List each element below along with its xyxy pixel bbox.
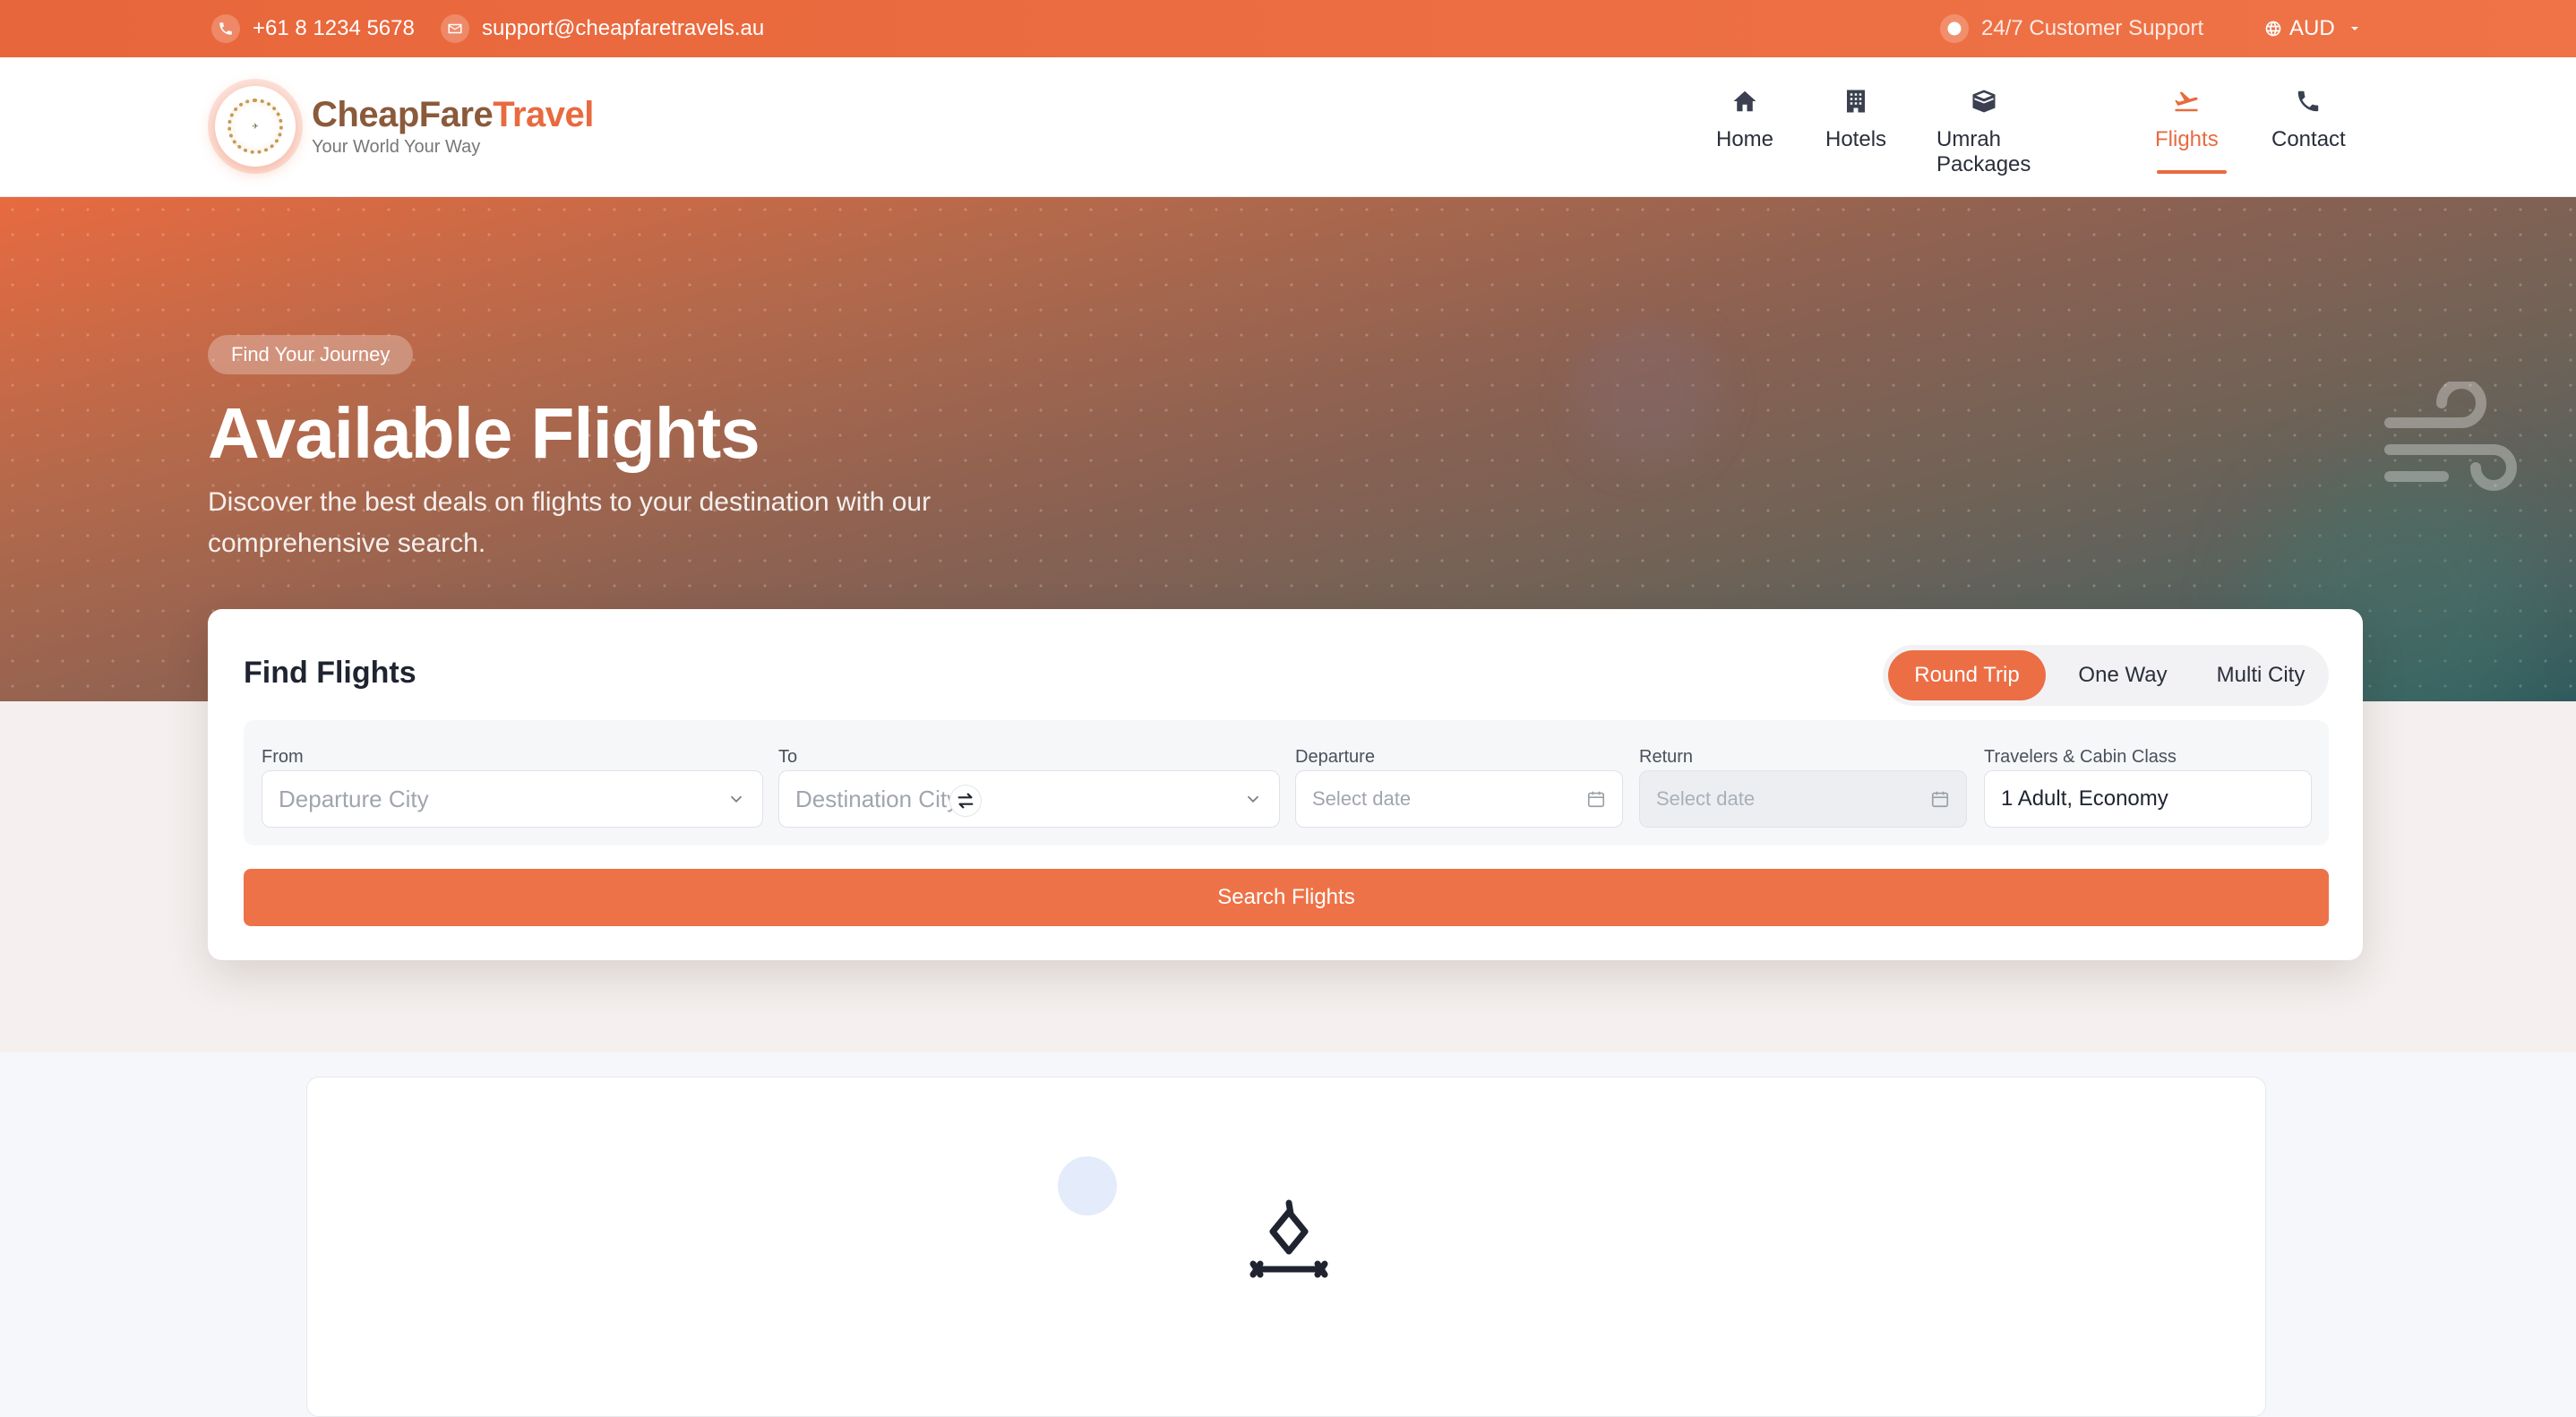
to-select[interactable]: Destination City (778, 770, 1280, 828)
email-address: support@cheapfaretravels.au (482, 16, 765, 40)
search-card-title: Find Flights (244, 656, 416, 690)
top-bar: +61 8 1234 5678 support@cheapfaretravels… (0, 0, 2576, 57)
plane-departure-icon (2175, 91, 2198, 112)
nav-item-umrah-packages[interactable]: Umrah Packages (1936, 88, 2031, 177)
chevron-down-icon (1247, 795, 1259, 803)
return-placeholder: Select date (1656, 787, 1756, 810)
nav-item-hotels[interactable]: Hotels (1825, 88, 1886, 152)
hero-decor-glow (1576, 322, 1720, 466)
home-icon (1733, 90, 1756, 112)
departure-placeholder: Select date (1312, 787, 1412, 810)
departure-date-input[interactable]: Select date (1295, 770, 1623, 828)
support-text: 24/7 Customer Support (1981, 16, 2204, 40)
caret-down-icon (2350, 27, 2358, 30)
nav-item-contact[interactable]: Contact (2271, 88, 2346, 152)
nav-item-home[interactable]: Home (1716, 88, 1773, 152)
brand-tagline: Your World Your Way (312, 137, 481, 157)
return-label: Return (1639, 747, 1694, 767)
brand-name: CheapFareTravel (312, 95, 594, 134)
brand-text: CheapFareTravel Your World Your Way (312, 95, 594, 158)
globe-icon (2265, 21, 2281, 37)
currency-label: AUD (2289, 16, 2335, 40)
phone-icon (2298, 90, 2319, 112)
travelers-cabin-select[interactable]: 1 Adult, Economy (1984, 770, 2312, 828)
plane-landing-icon (1249, 1199, 1328, 1278)
logo-emblem-icon: ✈ (228, 99, 283, 154)
email-contact[interactable]: support@cheapfaretravels.au (441, 0, 764, 57)
return-date-input[interactable]: Select date (1639, 770, 1967, 828)
chevron-down-icon (730, 795, 743, 803)
page-title: Available Flights (208, 393, 760, 473)
brand-logo-link[interactable]: ✈ CheapFareTravel Your World Your Way (215, 86, 594, 167)
travelers-label: Travelers & Cabin Class (1984, 747, 2177, 767)
active-nav-indicator (2157, 170, 2227, 174)
search-fields: From Departure City To Destination City … (244, 720, 2329, 846)
nav-item-flights[interactable]: Flights (2155, 88, 2219, 152)
tab-multi-city[interactable]: Multi City (2196, 650, 2325, 700)
to-label: To (778, 747, 798, 767)
hero-subtitle: Discover the best deals on flights to yo… (208, 487, 932, 558)
envelope-icon (441, 14, 469, 43)
currency-selector[interactable]: AUD (2264, 0, 2362, 57)
from-placeholder: Departure City (279, 785, 429, 812)
swap-arrows-icon (957, 793, 974, 809)
flight-search-card: Find Flights Round Trip One Way Multi Ci… (208, 609, 2363, 960)
phone-icon (211, 14, 240, 43)
loading-dot (1058, 1156, 1117, 1215)
site-header: ✈ CheapFareTravel Your World Your Way Ho… (0, 57, 2576, 197)
calendar-icon (1931, 791, 1949, 808)
from-label: From (262, 747, 304, 767)
phone-contact[interactable]: +61 8 1234 5678 (211, 0, 415, 57)
hotel-icon (1847, 90, 1866, 113)
tab-one-way[interactable]: One Way (2055, 650, 2191, 700)
to-placeholder: Destination City (795, 785, 959, 812)
kaaba-icon (1972, 90, 1996, 113)
tab-round-trip[interactable]: Round Trip (1888, 650, 2046, 700)
from-select[interactable]: Departure City (262, 770, 763, 828)
phone-number: +61 8 1234 5678 (253, 16, 415, 40)
search-flights-button[interactable]: Search Flights (244, 869, 2329, 926)
clock-icon (1940, 14, 1969, 43)
support-info: 24/7 Customer Support (1940, 0, 2203, 57)
wind-icon (2384, 382, 2517, 491)
calendar-icon (1587, 791, 1605, 808)
hero-badge: Find Your Journey (208, 335, 414, 374)
trip-type-tabs: Round Trip One Way Multi City (1883, 645, 2329, 706)
departure-label: Departure (1295, 747, 1375, 767)
results-panel (306, 1077, 2266, 1417)
swap-cities-button[interactable] (949, 785, 982, 817)
travelers-value: 1 Adult, Economy (2001, 786, 2168, 811)
logo-badge: ✈ (215, 86, 296, 167)
